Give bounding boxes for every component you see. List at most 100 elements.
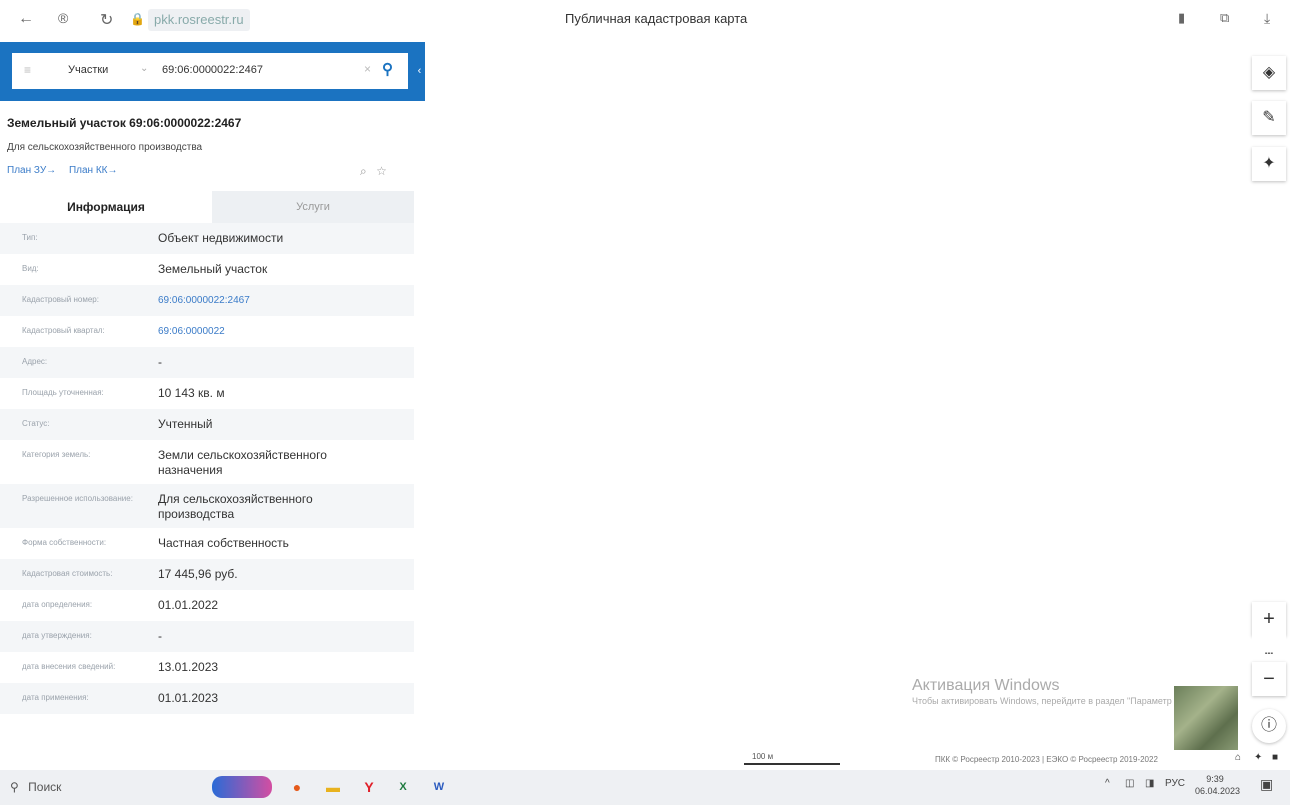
info-value: Частная собственность [158, 536, 289, 550]
zoom-in-icon[interactable]: + [1252, 602, 1286, 636]
excel-icon[interactable]: X [392, 776, 414, 798]
plan-zu-link[interactable]: План ЗУ→ [7, 165, 56, 176]
info-row: Кадастровая стоимость: 17 445,96 руб. [0, 559, 414, 590]
yandex-logo-icon[interactable]: ® [58, 10, 68, 26]
taskbar-search[interactable]: ⚲ Поиск [10, 780, 61, 794]
info-value: Земли сельскохозяйственного назначения [158, 448, 327, 477]
info-row: Категория земель: Земли сельскохозяйстве… [0, 440, 414, 484]
collapse-panel-button[interactable]: ‹ [414, 42, 425, 101]
info-value: Земельный участок [158, 262, 268, 276]
home-icon[interactable]: ⌂ [1235, 752, 1241, 763]
info-value: - [158, 629, 162, 643]
info-row: дата определения: 01.01.2022 [0, 590, 414, 621]
notifications-icon[interactable]: ▣ [1260, 776, 1273, 793]
info-value: Учтенный [158, 417, 213, 431]
back-arrow-icon[interactable]: ← [18, 10, 34, 28]
menu-icon[interactable]: ≡ [24, 63, 31, 77]
info-table: Тип: Объект недвижимости Вид: Земельный … [0, 223, 414, 714]
info-value: - [158, 355, 162, 369]
plan-links: План ЗУ→ План КК→ [7, 165, 128, 176]
info-key: Кадастровая стоимость: [22, 569, 113, 578]
taskbar-search-label: Поиск [28, 780, 62, 794]
info-key: дата утверждения: [22, 631, 92, 640]
info-value: 01.01.2023 [158, 691, 219, 705]
info-value: 01.01.2022 [158, 598, 219, 612]
search-doc-icon[interactable]: ⌕ [360, 164, 367, 178]
windows-activation-watermark: Активация Windows Чтобы активировать Win… [912, 677, 1212, 707]
tab-information[interactable]: Информация [0, 191, 212, 223]
info-key: Форма собственности: [22, 538, 107, 547]
cadastral-number-link[interactable]: 69:06:0000022:2467 [158, 291, 406, 308]
info-row: дата применения: 01.01.2023 [0, 683, 414, 714]
layers-icon[interactable]: ◈ [1252, 56, 1286, 90]
info-value: 13.01.2023 [158, 660, 219, 674]
info-value: 17 445,96 руб. [158, 567, 238, 581]
zoom-out-icon[interactable]: − [1252, 662, 1286, 696]
info-key: дата определения: [22, 600, 93, 609]
info-value: Объект недвижимости [158, 231, 284, 245]
lock-icon: 🔒 [130, 12, 145, 26]
fullscreen-icon[interactable]: ■ [1272, 752, 1278, 763]
network-icon[interactable]: ◫ [1125, 778, 1134, 789]
info-value: 10 143 кв. м [158, 386, 225, 400]
info-key: Категория земель: [22, 450, 91, 459]
language-indicator[interactable]: РУС [1165, 778, 1185, 789]
object-subtitle: Для сельскохозяйственного производства [7, 142, 203, 153]
info-icon[interactable]: ⓘ [1252, 709, 1286, 743]
compass-icon[interactable]: ✦ [1254, 752, 1262, 763]
info-row: Форма собственности: Частная собственнос… [0, 528, 414, 559]
volume-icon[interactable]: ◨ [1145, 778, 1154, 789]
info-panel: ≡ Участки ⌄ 69:06:0000022:2467 × ⚲ ‹ Зем… [0, 42, 425, 770]
plan-kk-link[interactable]: План КК→ [69, 165, 118, 176]
info-value: Для сельскохозяйственного производства [158, 492, 313, 521]
info-row: Площадь уточненная: 10 143 кв. м [0, 378, 414, 409]
star-icon[interactable]: ☆ [376, 164, 387, 178]
info-key: Вид: [22, 264, 39, 273]
info-key: дата внесения сведений: [22, 662, 116, 671]
activation-text: Чтобы активировать Windows, перейдите в … [912, 696, 1184, 706]
info-row: дата внесения сведений: 13.01.2023 [0, 652, 414, 683]
clock[interactable]: 9:39 06.04.2023 [1195, 773, 1240, 797]
search-bar: ≡ Участки ⌄ 69:06:0000022:2467 × ⚲ [0, 42, 414, 101]
search-icon: ⚲ [10, 780, 19, 794]
info-row: Статус: Учтенный [0, 409, 414, 440]
info-row: Кадастровый квартал: 69:06:0000022 [0, 316, 414, 347]
search-input[interactable]: 69:06:0000022:2467 [162, 64, 263, 76]
chevron-down-icon[interactable]: ⌄ [140, 63, 148, 74]
firefox-icon[interactable]: ● [286, 776, 308, 798]
search-container: ≡ Участки ⌄ 69:06:0000022:2467 × ⚲ [12, 53, 408, 89]
folder-icon[interactable]: ▬ [322, 776, 344, 798]
object-title: Земельный участок 69:06:0000022:2467 [7, 116, 242, 130]
clear-icon[interactable]: × [364, 62, 371, 76]
info-row: Вид: Земельный участок [0, 254, 414, 285]
locate-icon[interactable]: ✦ [1252, 147, 1286, 181]
info-key: Кадастровый номер: [22, 295, 99, 304]
search-category-select[interactable]: Участки [68, 64, 108, 76]
reload-icon[interactable]: ↻ [100, 10, 113, 30]
yandex-browser-icon[interactable]: Y [358, 776, 380, 798]
basemap-thumbnail[interactable] [1172, 684, 1240, 752]
word-icon[interactable]: W [428, 776, 450, 798]
tray-chevron-icon[interactable]: ^ [1105, 778, 1110, 789]
translate-icon[interactable]: ⧉ [1220, 10, 1229, 26]
map-copyright: ПКК © Росреестр 2010-2023 | ЕЭКО © Росре… [935, 755, 1158, 764]
clock-time: 9:39 [1206, 774, 1224, 784]
scale-bar [744, 763, 840, 765]
info-key: Кадастровый квартал: [22, 326, 105, 335]
scale-label: 100 м [752, 752, 774, 761]
page-title: Публичная кадастровая карта [565, 11, 748, 26]
map-canvas[interactable] [425, 42, 1290, 770]
info-key: Тип: [22, 233, 38, 242]
info-key: Адрес: [22, 357, 48, 366]
pencil-icon[interactable]: ✎ [1252, 101, 1286, 135]
clock-date: 06.04.2023 [1195, 786, 1241, 796]
url-bar[interactable]: pkk.rosreestr.ru [148, 9, 250, 31]
download-icon[interactable]: ⤓ [1264, 10, 1270, 27]
cadastral-quarter-link[interactable]: 69:06:0000022 [158, 322, 406, 339]
info-key: Площадь уточненная: [22, 388, 104, 397]
widget-icon[interactable] [212, 776, 272, 798]
tab-services[interactable]: Услуги [212, 191, 414, 223]
info-row: Разрешенное использование: Для сельскохо… [0, 484, 414, 528]
search-icon[interactable]: ⚲ [382, 60, 393, 78]
bookmark-icon[interactable]: ▮ [1178, 10, 1185, 26]
